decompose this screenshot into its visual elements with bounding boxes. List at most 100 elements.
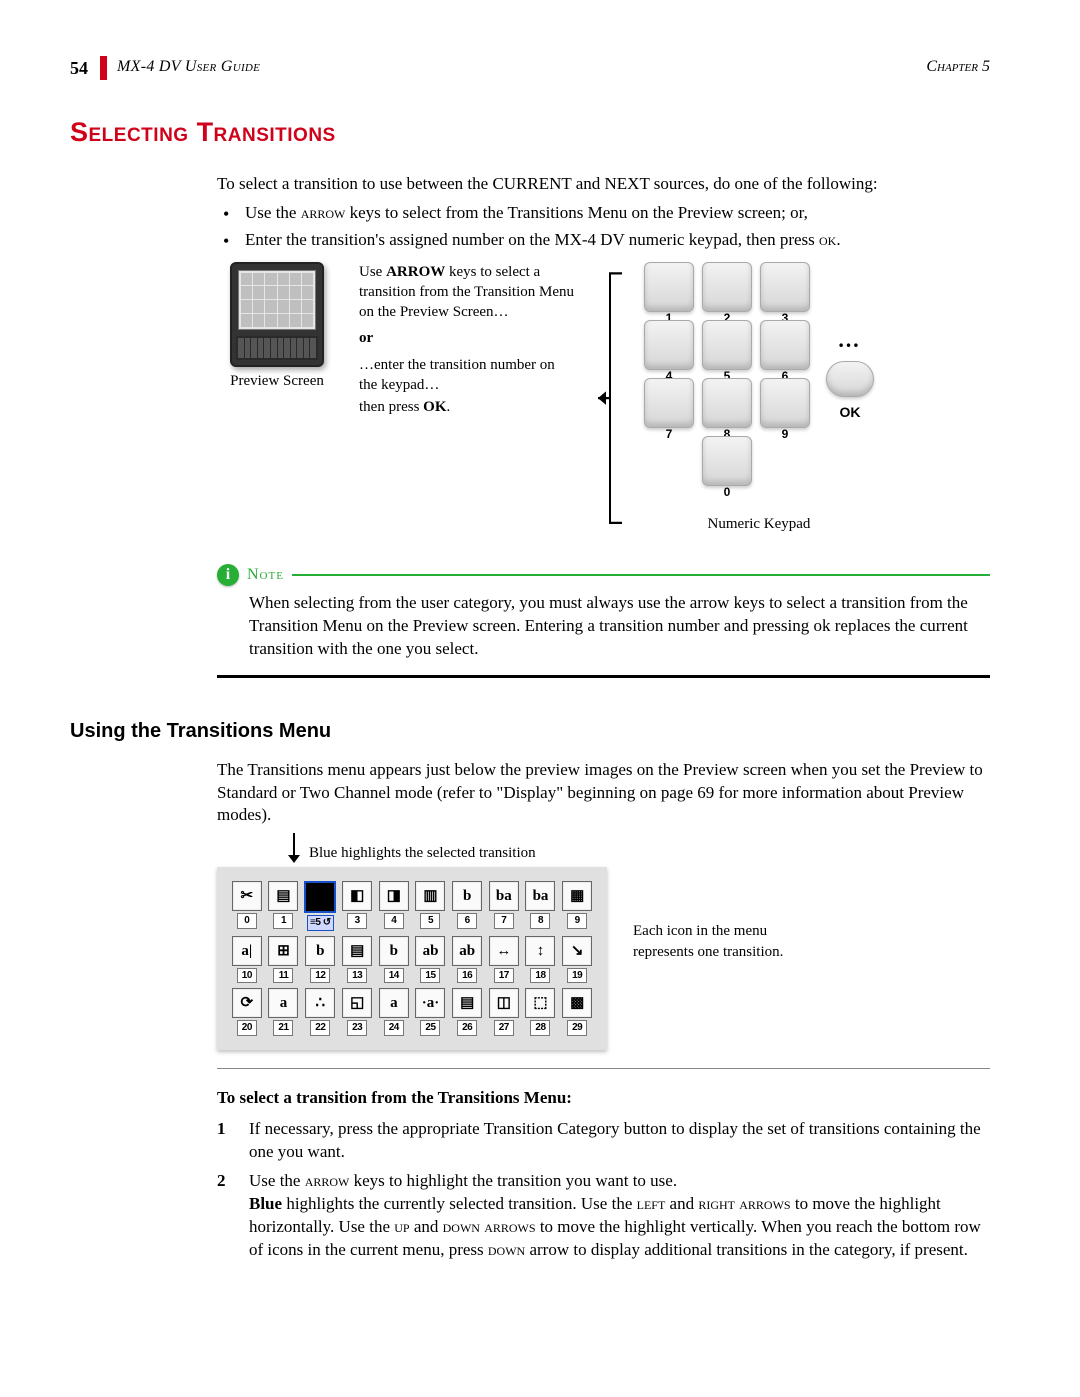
step-2: 2 Use the arrow keys to highlight the tr…	[217, 1170, 990, 1262]
ok-key-group: … OK	[826, 325, 874, 422]
transition-icon: ◱	[342, 988, 372, 1018]
transition-cell: b12	[304, 936, 336, 984]
transition-cell: ∴ 22	[304, 988, 336, 1036]
transition-icon: b	[379, 936, 409, 966]
figure2-side-callout: Each icon in the menu represents one tra…	[633, 921, 803, 962]
transition-number: 16	[457, 968, 477, 984]
transition-icon	[304, 881, 336, 913]
transition-number: 20	[237, 1020, 257, 1036]
transition-cell: ↔ 17	[488, 936, 520, 984]
transition-cell: ab15	[415, 936, 447, 984]
transition-cell: ▥5	[415, 881, 447, 931]
transition-cell: ◨4	[378, 881, 410, 931]
page-number: 54	[70, 56, 100, 80]
key-8: 8	[702, 378, 752, 428]
transition-icon: ba	[489, 881, 519, 911]
key-4: 4	[644, 320, 694, 370]
transition-icon: ◨	[379, 881, 409, 911]
key-2: 2	[702, 262, 752, 312]
transition-cell: ▤ 26	[451, 988, 483, 1036]
transition-cell: a 21	[268, 988, 300, 1036]
note-rule	[292, 574, 990, 576]
key-0: 0	[702, 436, 752, 486]
subsection-heading: Using the Transitions Menu	[70, 718, 990, 745]
transition-icon: ∴	[305, 988, 335, 1018]
transition-cell: ▩ 29	[561, 988, 593, 1036]
key-3: 3	[760, 262, 810, 312]
transition-cell: ↕18	[525, 936, 557, 984]
transition-cell: a| 10	[231, 936, 263, 984]
ok-key-label: OK	[840, 403, 861, 422]
transition-cell: ◫ 27	[488, 988, 520, 1036]
transition-number: 22	[310, 1020, 330, 1036]
ok-key-text: ok	[819, 230, 836, 249]
transition-icon: ·a·	[415, 988, 445, 1018]
key-7: 7	[644, 378, 694, 428]
note-block: i Note When selecting from the user cate…	[217, 564, 990, 678]
instruction-steps: 1 If necessary, press the appropriate Tr…	[217, 1118, 990, 1262]
transition-number: 24	[384, 1020, 404, 1036]
transition-icon: ⟳	[232, 988, 262, 1018]
note-end-rule	[217, 675, 990, 678]
transition-icon: ↘	[562, 936, 592, 966]
figure-transitions-menu: ✂0▤1≡5 ↺◧3◨4▥5b6ba7ba8▦9a|10⊞11b12▤13b14…	[217, 861, 990, 1050]
transition-number: 11	[273, 968, 293, 984]
ellipsis-icon: …	[838, 325, 863, 355]
transition-icon: ↔	[489, 936, 519, 966]
document-page: 54 MX-4 DV User Guide Chapter 5 Selectin…	[0, 0, 1080, 1397]
transition-icon: ↕	[525, 936, 555, 966]
transition-number: 23	[347, 1020, 367, 1036]
transition-cell: ✂0	[231, 881, 263, 931]
transition-icon: b	[452, 881, 482, 911]
transition-cell: ◧3	[341, 881, 373, 931]
transition-number: 10	[237, 968, 257, 984]
horizontal-rule	[217, 1068, 990, 1069]
transition-number: 26	[457, 1020, 477, 1036]
header-red-bar	[100, 56, 107, 80]
key-6: 6	[760, 320, 810, 370]
intro-paragraph: To select a transition to use between th…	[217, 173, 990, 196]
step-1: 1 If necessary, press the appropriate Tr…	[217, 1118, 990, 1164]
transition-cell: ▦9	[561, 881, 593, 931]
transition-number: 14	[384, 968, 404, 984]
transition-number: 1	[273, 913, 293, 929]
transition-number: 28	[530, 1020, 550, 1036]
transition-icon: a|	[232, 936, 262, 966]
transition-icon: ▦	[562, 881, 592, 911]
key-9: 9	[760, 378, 810, 428]
transition-icon: ▩	[562, 988, 592, 1018]
transition-cell: a24	[378, 988, 410, 1036]
transition-number: 17	[494, 968, 514, 984]
transition-number: 4	[384, 913, 404, 929]
transition-cell: ·a· 25	[415, 988, 447, 1036]
transition-cell: ≡5 ↺	[304, 881, 336, 931]
doc-title: MX-4 DV User Guide	[117, 56, 260, 80]
transition-icon: ▤	[268, 881, 298, 911]
transition-cell: b 14	[378, 936, 410, 984]
transition-number: 29	[567, 1020, 587, 1036]
transition-cell: ▤1	[268, 881, 300, 931]
info-icon: i	[217, 564, 239, 586]
figure-select-transition: Preview Screen Use ARROW keys to select …	[217, 262, 990, 534]
transition-number: 5	[420, 913, 440, 929]
transition-cell: ⬚28	[525, 988, 557, 1036]
transition-icon: b	[305, 936, 335, 966]
transition-cell: ab 16	[451, 936, 483, 984]
transition-number: 19	[567, 968, 587, 984]
transition-icon: ab	[452, 936, 482, 966]
transition-number: 27	[494, 1020, 514, 1036]
transition-number: 21	[273, 1020, 293, 1036]
preview-screen-caption: Preview Screen	[217, 371, 337, 391]
transition-icon: a	[268, 988, 298, 1018]
transition-icon: ▥	[415, 881, 445, 911]
preview-screen-illustration: Preview Screen	[217, 262, 337, 391]
intro-bullets: Use the arrow keys to select from the Tr…	[217, 202, 990, 252]
transition-icon: ba	[525, 881, 555, 911]
transition-number: ≡5 ↺	[307, 915, 334, 931]
transition-icon: ◫	[489, 988, 519, 1018]
ok-key-icon	[826, 361, 874, 397]
transition-icon: ▤	[452, 988, 482, 1018]
transition-number: 25	[420, 1020, 440, 1036]
transition-number: 13	[347, 968, 367, 984]
transition-number: 15	[420, 968, 440, 984]
